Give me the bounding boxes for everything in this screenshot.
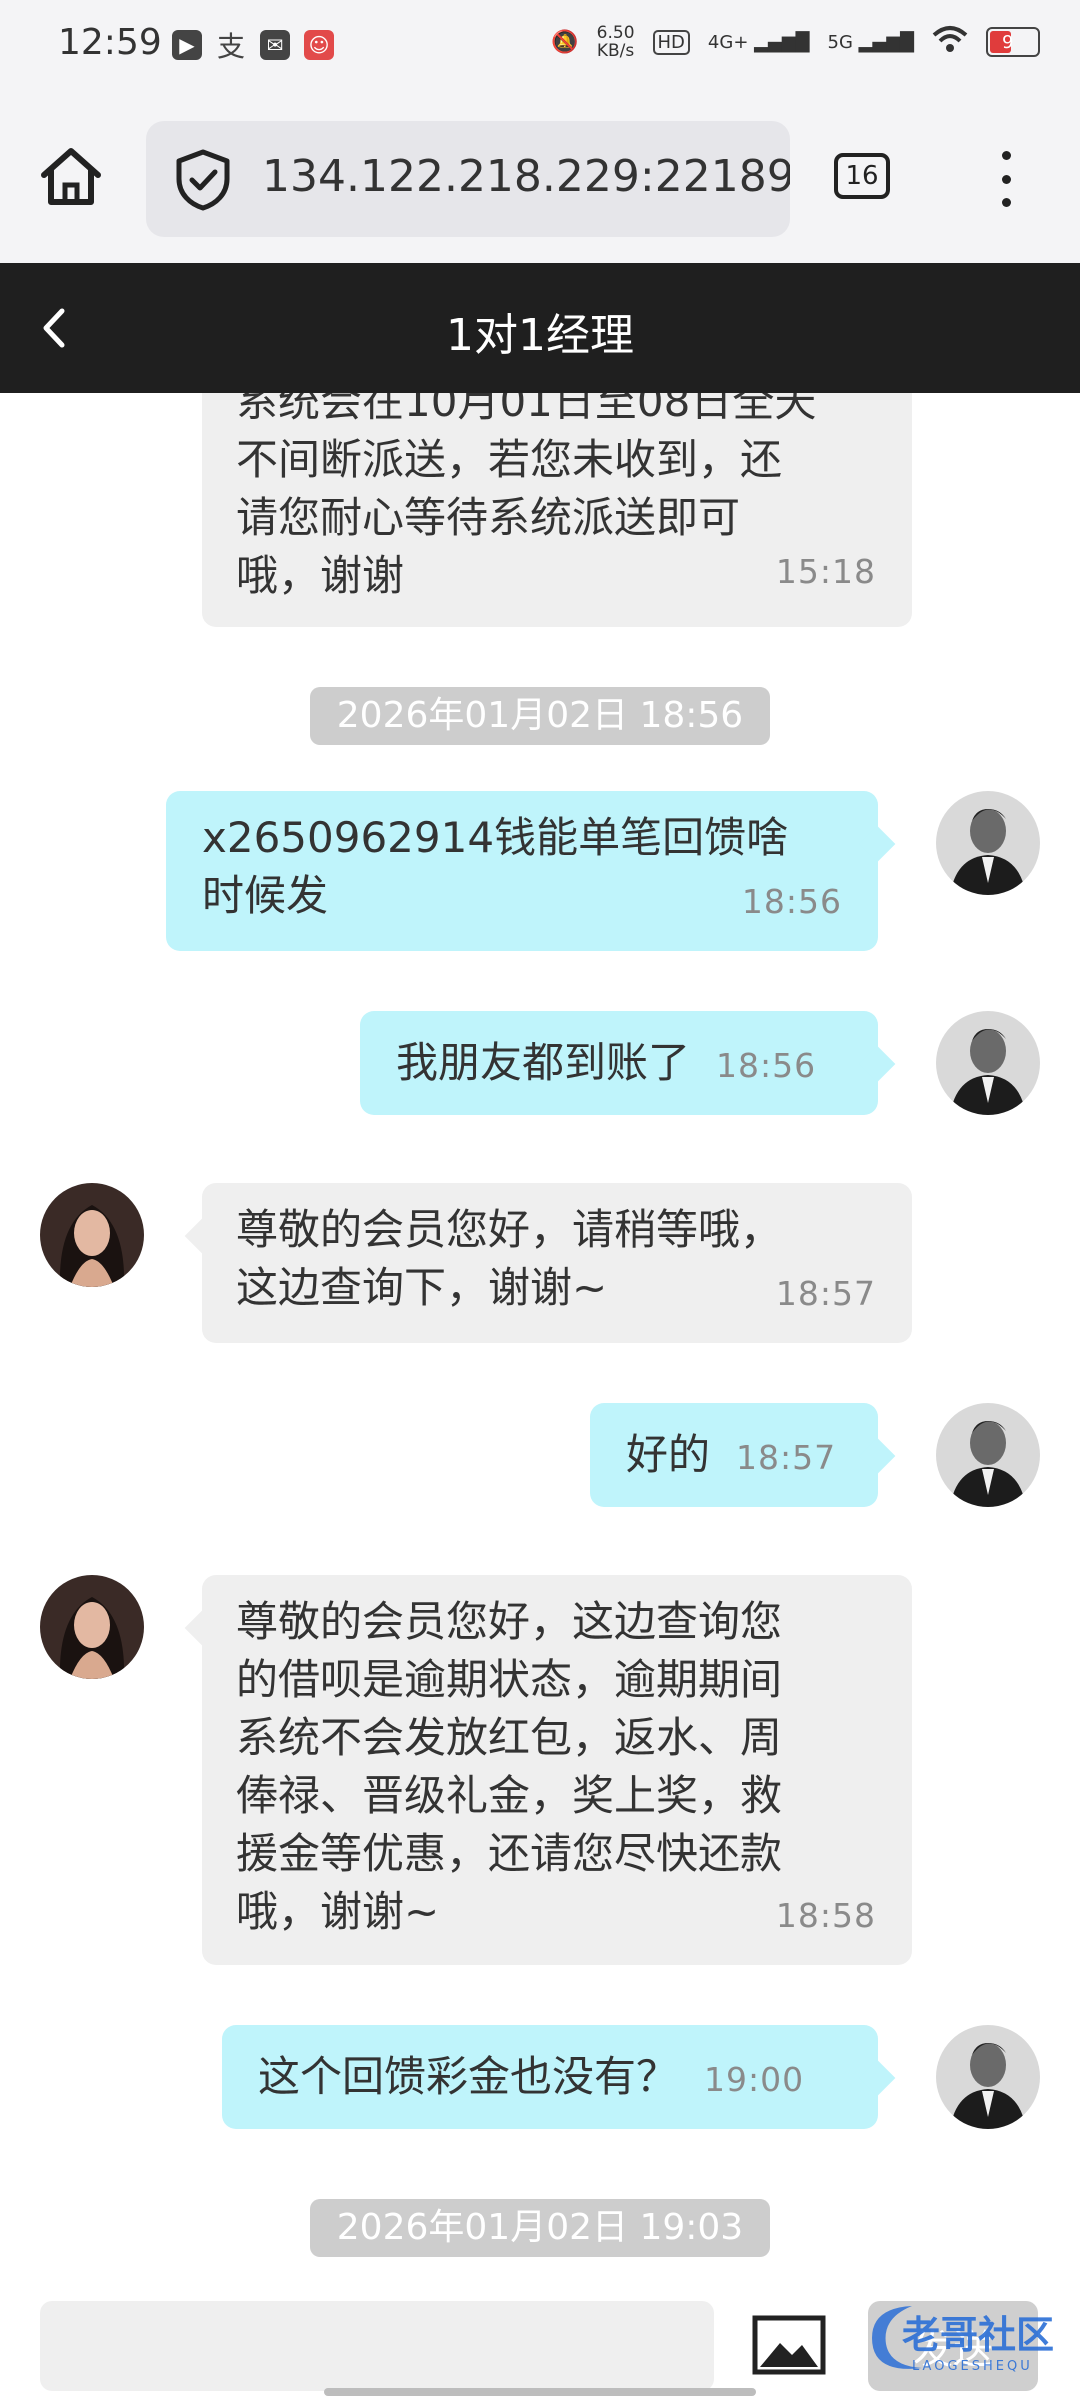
url-host: 134.122.218.229:22189/ (262, 151, 790, 202)
gesture-bar (324, 2388, 756, 2396)
speed-value: 6.50 (596, 23, 635, 43)
incoming-message: 系统会在10月01日至08日全天 不间断派送，若您未收到，还 请您耐心等待系统派… (202, 393, 912, 627)
battery-icon: 9 (986, 27, 1040, 57)
incoming-message: 尊敬的会员您好，请稍等哦， 这边查询下，谢谢~ 18:57 (184, 1183, 912, 1343)
user-avatar[interactable] (936, 1011, 1040, 1115)
wifi-icon (932, 25, 968, 59)
incoming-message: 尊敬的会员您好，这边查询您 的借呗是逾期状态，逾期期间 系统不会发放红包，返水、… (184, 1575, 912, 1965)
send-button[interactable]: 发送 (868, 2301, 1038, 2391)
signal-5g: 5G ▂▄▆█ (827, 31, 915, 53)
mute-icon: 🔕 (551, 29, 579, 55)
home-icon (41, 148, 101, 205)
hd-badge: HD (652, 29, 690, 55)
message-text: 好的 (626, 1430, 711, 1479)
message-time: 18:56 (716, 1045, 817, 1085)
browser-toolbar: 134.122.218.229:22189/#/ 16 (0, 95, 1080, 263)
mail-app-icon: ✉ (260, 30, 290, 60)
message-time: 18:57 (775, 1274, 876, 1313)
user-avatar[interactable] (936, 791, 1040, 895)
agent-avatar[interactable] (40, 1183, 144, 1287)
signal-5g-label: 5G (827, 31, 853, 53)
message-input[interactable] (40, 2301, 714, 2391)
url-text[interactable]: 134.122.218.229:22189/#/ (262, 151, 790, 202)
chat-title: 1对1经理 (446, 310, 634, 361)
shield-check-icon[interactable] (174, 149, 232, 211)
message-time: 18:57 (736, 1437, 837, 1477)
message-time: 18:58 (775, 1896, 876, 1935)
message-time: 18:56 (741, 882, 842, 921)
alipay-icon: 支 (216, 30, 245, 63)
message-list[interactable]: 系统会在10月01日至08日全天 不间断派送，若您未收到，还 请您耐心等待系统派… (0, 393, 1080, 2293)
image-upload-button[interactable] (752, 2313, 826, 2377)
agent-avatar[interactable] (40, 1575, 144, 1679)
video-app-icon: ▶ (172, 30, 202, 60)
chat-header: 1对1经理 (0, 263, 1080, 393)
message-text: 我朋友都到账了 (396, 1038, 691, 1087)
signal-4g: 4G+ ▂▄▆█ (707, 31, 810, 53)
notification-icons: ▶ 支 ✉ ☺ (172, 30, 334, 63)
outgoing-message: 这个回馈彩金也没有？ 19:00 (222, 2025, 896, 2129)
tab-count: 16 (845, 161, 879, 191)
message-text: 这个回馈彩金也没有？ (258, 2052, 679, 2101)
user-avatar[interactable] (936, 2025, 1040, 2129)
message-time: 19:00 (704, 2059, 805, 2099)
outgoing-message: x2650962914钱能单笔回馈啥 时候发 18:56 (166, 791, 896, 951)
outgoing-message: 好的 18:57 (590, 1403, 896, 1507)
speed-unit: KB/s (596, 41, 635, 61)
message-content: 好的 18:57 (626, 1426, 842, 1487)
home-button[interactable] (36, 142, 106, 212)
address-bar[interactable]: 134.122.218.229:22189/#/ (146, 121, 790, 237)
send-label: 发送 (913, 2327, 993, 2373)
system-icons: 🔕 6.50 KB/s HD 4G+ ▂▄▆█ 5G ▂▄▆█ 9 (551, 24, 1040, 60)
battery-level: 9 (1002, 31, 1014, 53)
status-bar: 12:59 ▶ 支 ✉ ☺ 🔕 6.50 KB/s HD 4G+ ▂▄▆█ 5G… (0, 0, 1080, 95)
user-avatar[interactable] (936, 1403, 1040, 1507)
tabs-button[interactable]: 16 (834, 153, 890, 199)
outgoing-message: 我朋友都到账了 18:56 (360, 1011, 896, 1115)
message-content: 这个回馈彩金也没有？ 19:00 (258, 2048, 842, 2109)
date-separator: 2026年01月02日 19:03 (310, 2199, 770, 2257)
message-time: 15:18 (775, 552, 876, 591)
message-content: 我朋友都到账了 18:56 (396, 1034, 842, 1095)
network-speed: 6.50 KB/s (597, 24, 635, 60)
more-menu-button[interactable] (986, 151, 1026, 207)
image-icon (752, 2315, 826, 2375)
date-separator: 2026年01月02日 18:56 (310, 687, 770, 745)
signal-4g-label: 4G+ (707, 31, 749, 53)
status-time: 12:59 (58, 22, 162, 63)
game-app-icon: ☺ (304, 30, 334, 60)
